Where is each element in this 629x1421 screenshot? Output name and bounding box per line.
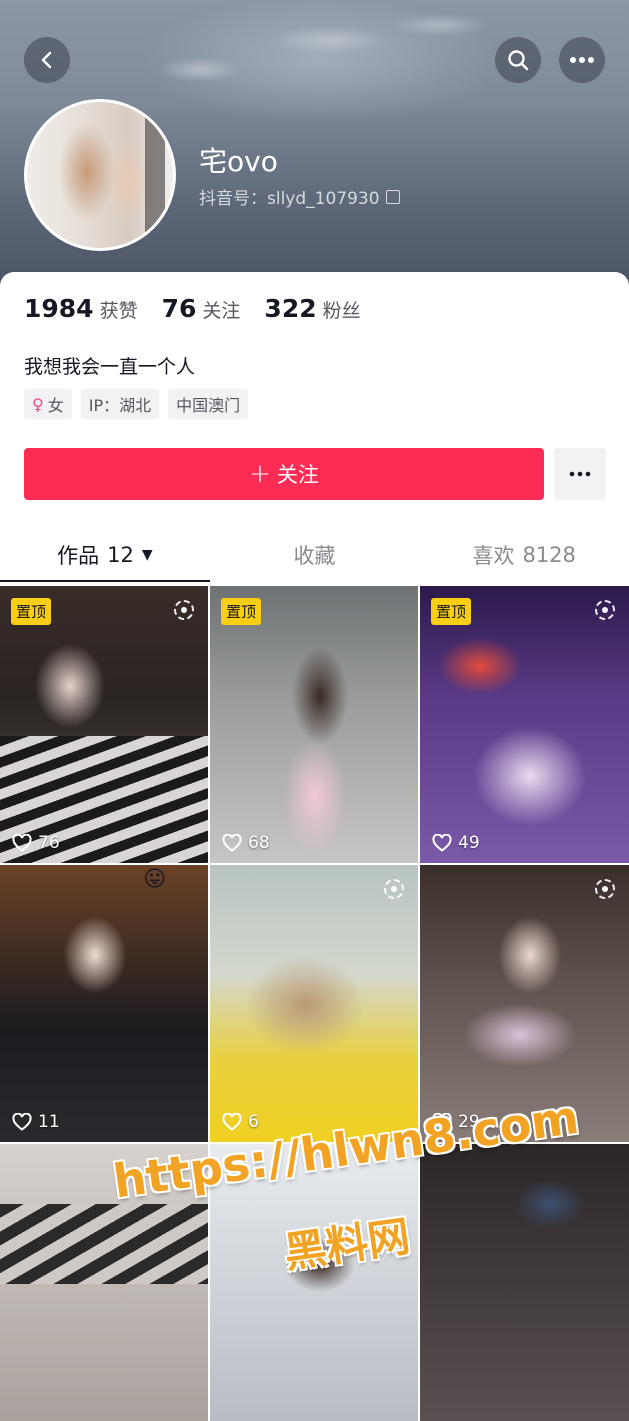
caret-down-icon[interactable]: ▼	[142, 547, 153, 563]
heart-icon	[12, 834, 32, 852]
plus-icon: +	[249, 459, 271, 489]
video-thumbnail[interactable]: 置顶 68	[210, 586, 418, 863]
pinned-badge: 置顶	[431, 598, 472, 625]
pinned-badge: 置顶	[11, 598, 52, 625]
video-thumbnail[interactable]: 置顶 49	[420, 586, 629, 863]
douyin-id-text: 抖音号：sllyd_107930	[199, 189, 380, 209]
heart-icon	[222, 1113, 242, 1131]
tab-works[interactable]: 作品 12 ▼	[0, 526, 210, 584]
video-thumbnail[interactable]: 😛 11	[0, 865, 208, 1142]
search-button[interactable]	[495, 37, 541, 83]
video-thumbnail[interactable]	[420, 1144, 629, 1421]
like-count: 49	[432, 833, 480, 853]
bio-text: 我想我会一直一个人	[24, 356, 196, 378]
video-thumbnail[interactable]: 29	[420, 865, 629, 1142]
follow-button[interactable]: + 关注	[24, 448, 544, 500]
stat-likes-received[interactable]: 1984 获赞	[24, 294, 138, 323]
chevron-left-icon	[41, 51, 52, 69]
video-thumbnail[interactable]: 6	[210, 865, 418, 1142]
heart-icon	[432, 834, 452, 852]
profile-sheet: 1984 获赞 76 关注 322 粉丝 我想我会一直一个人 ♀ 女 IP：湖北 中国…	[0, 272, 629, 1421]
like-count: 11	[12, 1112, 60, 1132]
live-photo-icon	[595, 879, 615, 899]
heart-icon	[222, 834, 242, 852]
gender-tag: ♀ 女	[24, 389, 72, 419]
back-button[interactable]	[24, 37, 70, 83]
more-actions-button[interactable]	[554, 448, 606, 500]
like-count: 76	[12, 833, 60, 853]
avatar[interactable]	[24, 99, 176, 251]
ip-tag: IP：湖北	[80, 389, 160, 419]
heart-icon	[12, 1113, 32, 1131]
heart-icon	[432, 1113, 452, 1131]
tag-row: ♀ 女 IP：湖北 中国澳门	[24, 389, 249, 419]
copy-icon[interactable]	[385, 189, 400, 204]
female-icon: ♀	[32, 394, 44, 414]
search-icon	[508, 50, 529, 71]
video-thumbnail[interactable]: 置顶 76	[0, 586, 208, 863]
profile-header: 宅ovo 抖音号：sllyd_107930	[0, 0, 629, 290]
video-thumbnail[interactable]	[0, 1144, 208, 1421]
douyin-id[interactable]: 抖音号：sllyd_107930	[199, 184, 400, 209]
like-count: 29	[432, 1112, 480, 1132]
ellipsis-icon	[569, 471, 591, 477]
stat-following[interactable]: 76 关注	[162, 294, 241, 323]
emoji-sticker: 😛	[143, 867, 166, 892]
location-tag: 中国澳门	[168, 389, 249, 419]
stat-followers[interactable]: 322 粉丝	[264, 294, 360, 323]
pinned-badge: 置顶	[221, 598, 262, 625]
live-photo-icon	[174, 600, 194, 620]
follow-label: 关注	[276, 463, 319, 487]
more-options-button[interactable]	[559, 37, 605, 83]
ellipsis-icon	[570, 57, 594, 63]
live-photo-icon	[384, 879, 404, 899]
like-count: 6	[222, 1112, 259, 1132]
video-grid: 置顶 76 置顶 68 置顶 49 😛 11 6 29	[0, 586, 629, 1421]
live-photo-icon	[595, 600, 615, 620]
stats-row: 1984 获赞 76 关注 322 粉丝	[24, 294, 361, 323]
content-tabs: 作品 12 ▼ 收藏 喜欢 8128	[0, 526, 629, 584]
video-thumbnail[interactable]	[210, 1144, 418, 1421]
tab-favorites[interactable]: 收藏	[210, 526, 420, 584]
profile-name: 宅ovo	[199, 145, 278, 178]
tab-likes[interactable]: 喜欢 8128	[419, 526, 629, 584]
like-count: 68	[222, 833, 270, 853]
